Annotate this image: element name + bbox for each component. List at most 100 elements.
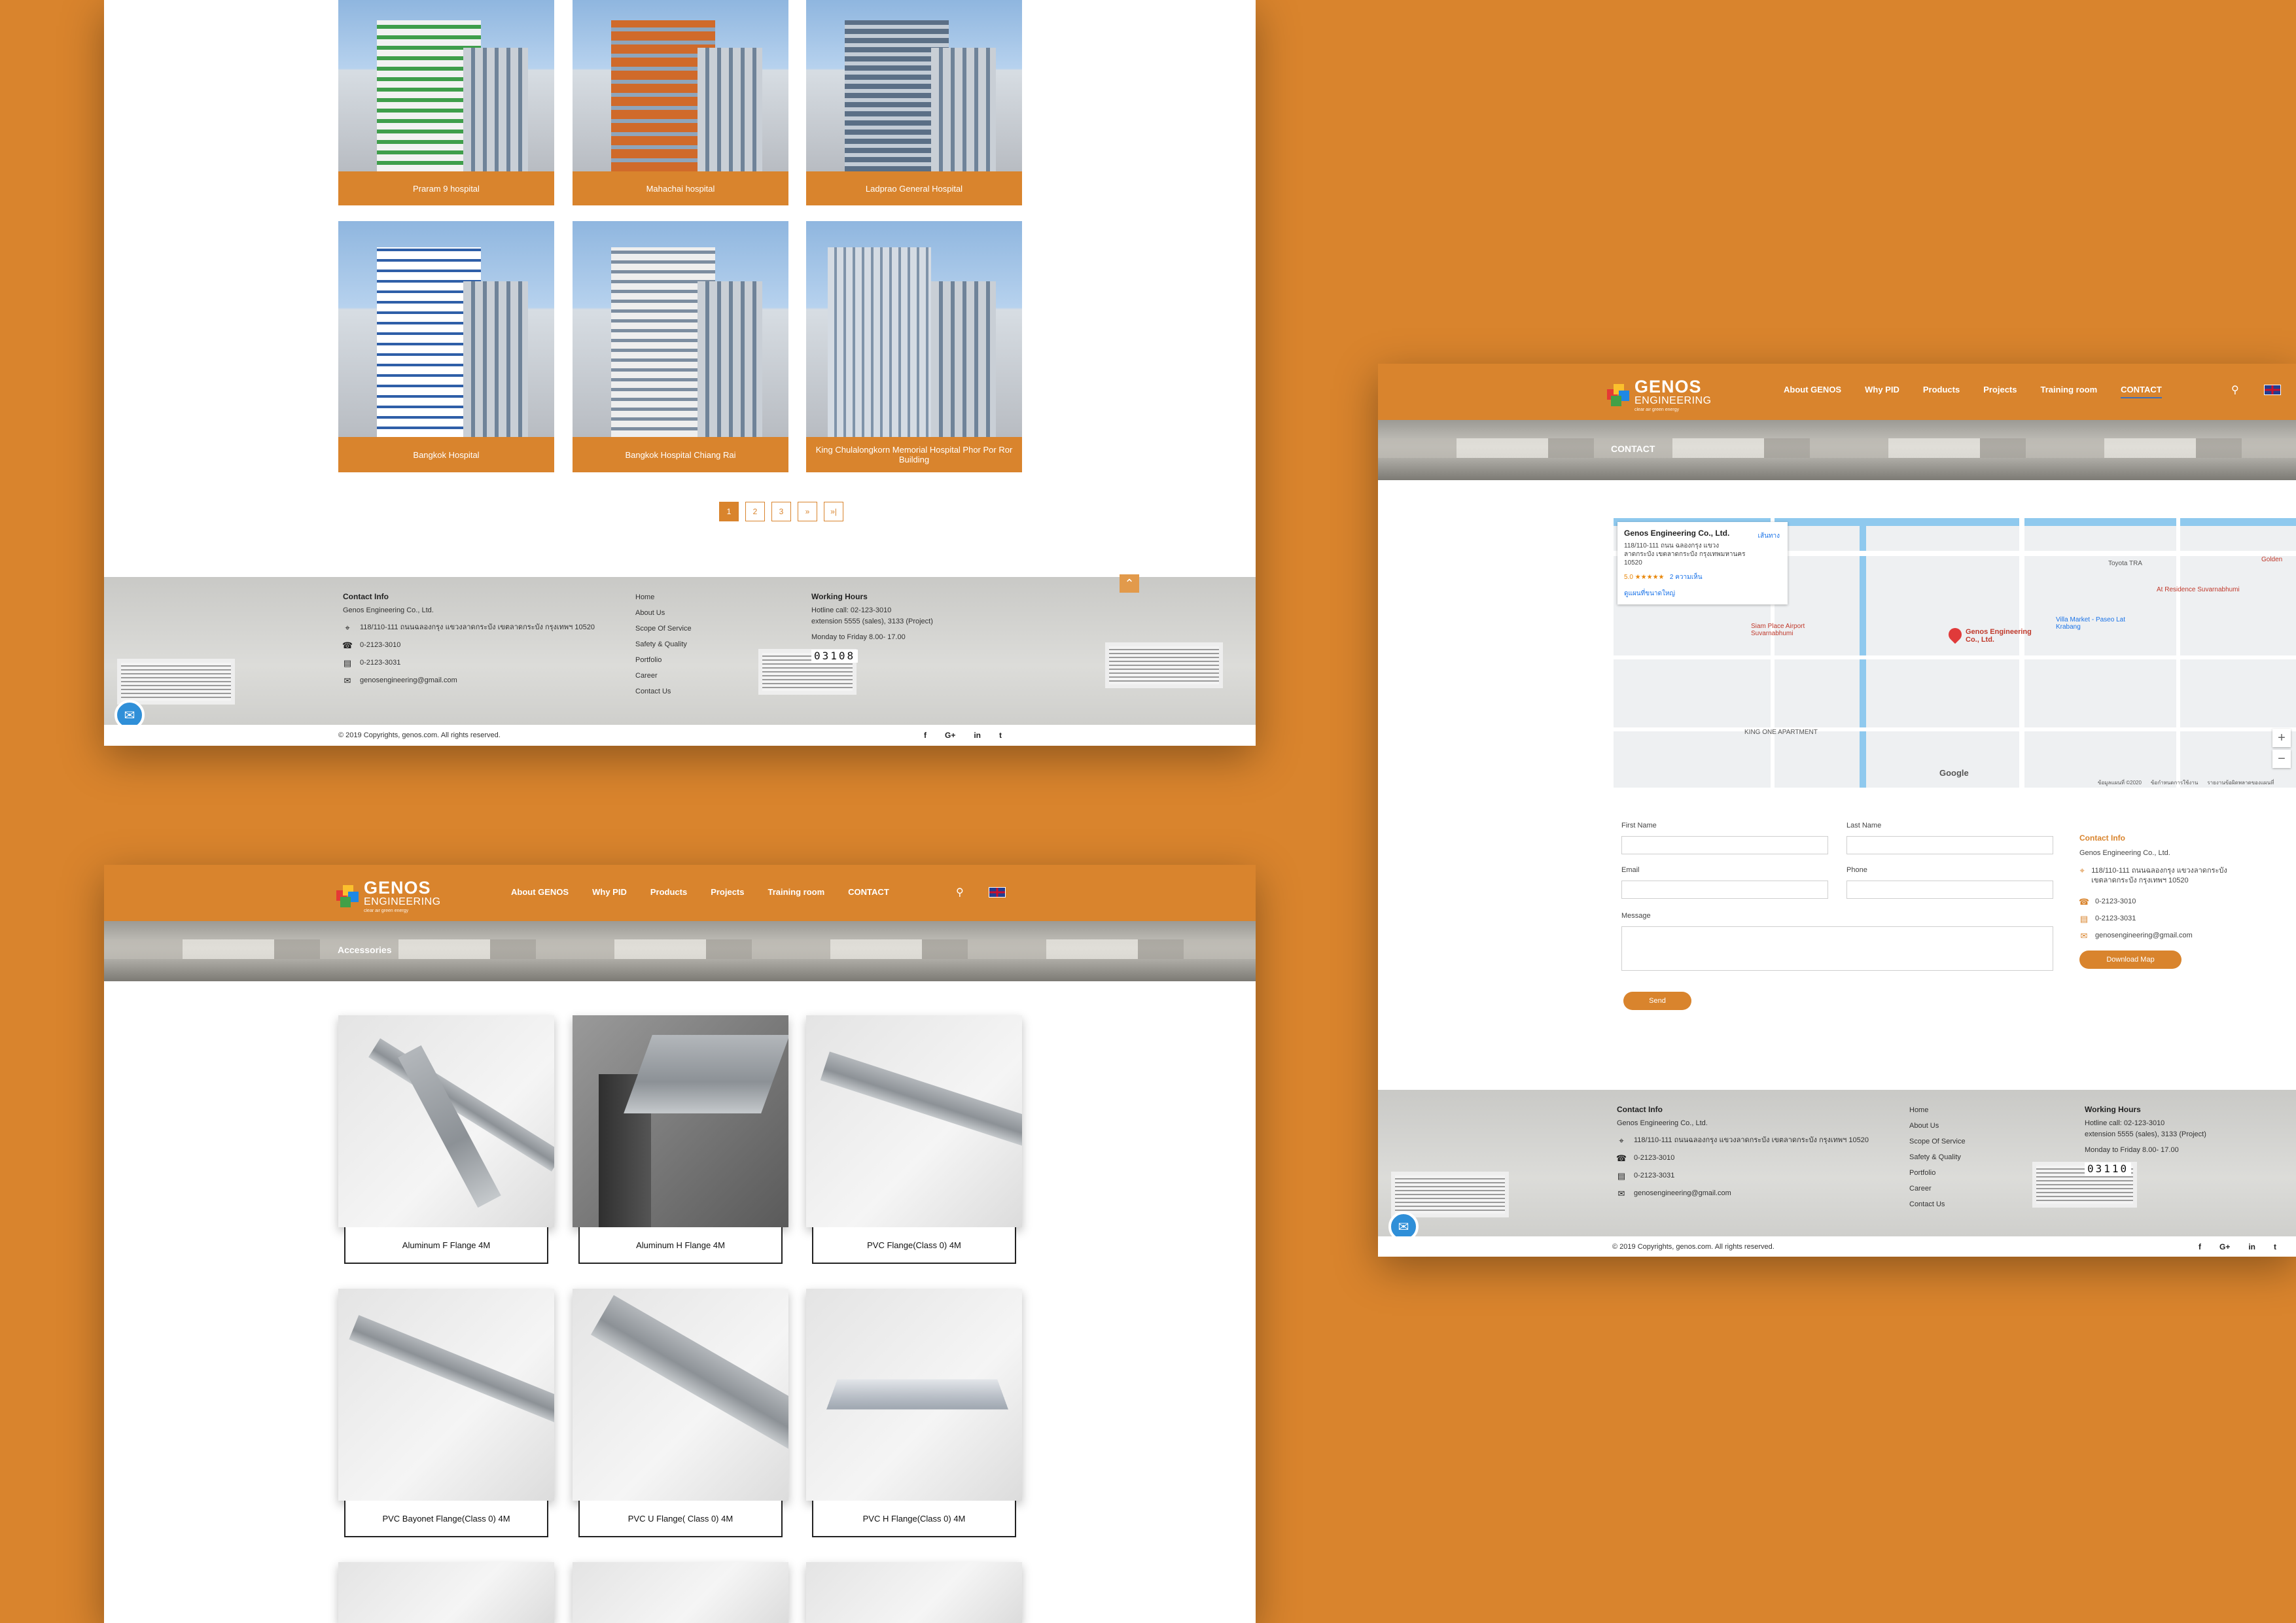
footer-link-portfolio[interactable]: Portfolio: [1909, 1170, 1966, 1177]
footer-link-contact[interactable]: Contact Us: [1909, 1201, 1966, 1208]
footer-link-safety[interactable]: Safety & Quality: [635, 641, 692, 648]
first-name-input[interactable]: [1621, 836, 1828, 854]
send-button[interactable]: Send: [1623, 992, 1691, 1010]
product-label[interactable]: Aluminum F Flange 4M: [344, 1227, 548, 1264]
project-photo[interactable]: [338, 221, 554, 437]
product-photo[interactable]: [573, 1289, 788, 1501]
map-terms-link[interactable]: ข้อกำหนดการใช้งาน: [2151, 778, 2198, 787]
map-report-link[interactable]: รายงานข้อผิดพลาดของแผนที่: [2207, 778, 2274, 787]
nav-why[interactable]: Why PID: [592, 887, 627, 897]
map-pin-icon[interactable]: [1945, 625, 1965, 644]
project-label[interactable]: Bangkok Hospital: [338, 437, 554, 472]
footer-link-scope[interactable]: Scope Of Service: [1909, 1138, 1966, 1145]
nav-why[interactable]: Why PID: [1865, 385, 1899, 398]
map-poi-label[interactable]: Golden: [2261, 556, 2294, 563]
project-photo[interactable]: [806, 0, 1022, 171]
nav-products[interactable]: Products: [650, 887, 687, 897]
contact-info-phone-text[interactable]: 0-2123-3010: [2095, 898, 2136, 907]
flag-uk-icon[interactable]: [989, 887, 1006, 898]
project-label[interactable]: Praram 9 hospital: [338, 171, 554, 205]
footer-email[interactable]: genosengineering@gmail.com: [360, 676, 457, 684]
nav-about[interactable]: About GENOS: [1784, 385, 1841, 398]
map-poi-label[interactable]: Siam Place Airport Suvarnabhumi: [1751, 623, 1829, 637]
search-icon[interactable]: ⚲: [2231, 383, 2239, 396]
project-photo[interactable]: [573, 221, 788, 437]
twitter-icon[interactable]: t: [999, 731, 1002, 740]
flag-uk-icon[interactable]: [2264, 385, 2281, 395]
project-label[interactable]: Bangkok Hospital Chiang Rai: [573, 437, 788, 472]
twitter-icon[interactable]: t: [2274, 1242, 2276, 1251]
footer-link-portfolio[interactable]: Portfolio: [635, 657, 692, 664]
nav-training[interactable]: Training room: [2041, 385, 2098, 398]
product-label[interactable]: PVC U Flange( Class 0) 4M: [578, 1501, 783, 1537]
contact-info-email-text[interactable]: genosengineering@gmail.com: [2095, 932, 2193, 941]
map-poi-label[interactable]: Villa Market - Paseo Lat Krabang: [2056, 616, 2147, 631]
page-2-button[interactable]: 2: [745, 502, 765, 521]
nav-about[interactable]: About GENOS: [511, 887, 569, 897]
product-photo[interactable]: [573, 1562, 788, 1623]
google-map[interactable]: Genos Engineering Co., Ltd. 118/110-111 …: [1614, 518, 2296, 788]
footer-link-contact[interactable]: Contact Us: [635, 688, 692, 695]
map-zoom-in-button[interactable]: +: [2272, 729, 2291, 747]
product-photo[interactable]: [338, 1562, 554, 1623]
site-logo[interactable]: GENOS ENGINEERING clear air green energy: [1607, 378, 1712, 412]
email-input[interactable]: [1621, 881, 1828, 899]
footer-link-scope[interactable]: Scope Of Service: [635, 625, 692, 633]
footer-link-home[interactable]: Home: [635, 594, 692, 601]
nav-projects[interactable]: Projects: [1983, 385, 2017, 398]
map-directions-link[interactable]: เส้นทาง: [1758, 531, 1780, 541]
footer-link-about[interactable]: About Us: [635, 610, 692, 617]
product-label[interactable]: PVC Bayonet Flange(Class 0) 4M: [344, 1501, 548, 1537]
map-poi-label[interactable]: KING ONE APARTMENT: [1744, 729, 1823, 736]
footer-phone[interactable]: 0-2123-3010: [1634, 1154, 1674, 1162]
product-label[interactable]: Aluminum H Flange 4M: [578, 1227, 783, 1264]
google-plus-icon[interactable]: G+: [2219, 1242, 2230, 1251]
next-page-button[interactable]: »: [798, 502, 817, 521]
footer-email[interactable]: genosengineering@gmail.com: [1634, 1189, 1731, 1197]
facebook-icon[interactable]: f: [2199, 1242, 2201, 1251]
product-photo[interactable]: [806, 1015, 1022, 1227]
footer-link-career[interactable]: Career: [635, 672, 692, 680]
last-page-button[interactable]: »|: [824, 502, 843, 521]
map-zoom-out-button[interactable]: −: [2272, 750, 2291, 768]
footer-phone[interactable]: 0-2123-3010: [360, 641, 400, 649]
download-map-button[interactable]: Download Map: [2079, 951, 2181, 969]
map-larger-link[interactable]: ดูแผนที่ขนาดใหญ่: [1624, 589, 1781, 599]
product-label[interactable]: PVC Flange(Class 0) 4M: [812, 1227, 1016, 1264]
product-photo[interactable]: [806, 1562, 1022, 1623]
nav-training[interactable]: Training room: [768, 887, 825, 897]
page-3-button[interactable]: 3: [771, 502, 791, 521]
project-label[interactable]: Ladprao General Hospital: [806, 171, 1022, 205]
arrow-up-icon[interactable]: ⌃: [1120, 574, 1139, 593]
map-reviews-link[interactable]: 2 ความเห็น: [1670, 574, 1703, 581]
project-label[interactable]: Mahachai hospital: [573, 171, 788, 205]
linkedin-icon[interactable]: in: [974, 731, 981, 740]
phone-input[interactable]: [1846, 881, 2053, 899]
linkedin-icon[interactable]: in: [2248, 1242, 2255, 1251]
nav-products[interactable]: Products: [1923, 385, 1960, 398]
google-plus-icon[interactable]: G+: [945, 731, 955, 740]
footer-link-safety[interactable]: Safety & Quality: [1909, 1154, 1966, 1161]
project-label[interactable]: King Chulalongkorn Memorial Hospital Pho…: [806, 437, 1022, 472]
search-icon[interactable]: ⚲: [956, 886, 964, 899]
product-label[interactable]: PVC H Flange(Class 0) 4M: [812, 1501, 1016, 1537]
message-textarea[interactable]: [1621, 926, 2053, 971]
map-poi-label[interactable]: Toyota TRA: [2108, 560, 2161, 567]
project-photo[interactable]: [338, 0, 554, 171]
product-photo[interactable]: [573, 1015, 788, 1227]
nav-contact[interactable]: CONTACT: [2121, 385, 2162, 398]
nav-projects[interactable]: Projects: [711, 887, 744, 897]
product-photo[interactable]: [338, 1015, 554, 1227]
product-photo[interactable]: [338, 1289, 554, 1501]
footer-link-about[interactable]: About Us: [1909, 1123, 1966, 1130]
product-photo[interactable]: [806, 1289, 1022, 1501]
footer-link-career[interactable]: Career: [1909, 1185, 1966, 1193]
project-photo[interactable]: [573, 0, 788, 171]
footer-link-home[interactable]: Home: [1909, 1107, 1966, 1114]
project-photo[interactable]: [806, 221, 1022, 437]
facebook-icon[interactable]: f: [924, 731, 927, 740]
nav-contact[interactable]: CONTACT: [848, 887, 889, 897]
map-poi-label[interactable]: At Residence Suvarnabhumi: [2157, 586, 2248, 593]
last-name-input[interactable]: [1846, 836, 2053, 854]
site-logo[interactable]: GENOS ENGINEERING clear air green energy: [336, 879, 441, 913]
